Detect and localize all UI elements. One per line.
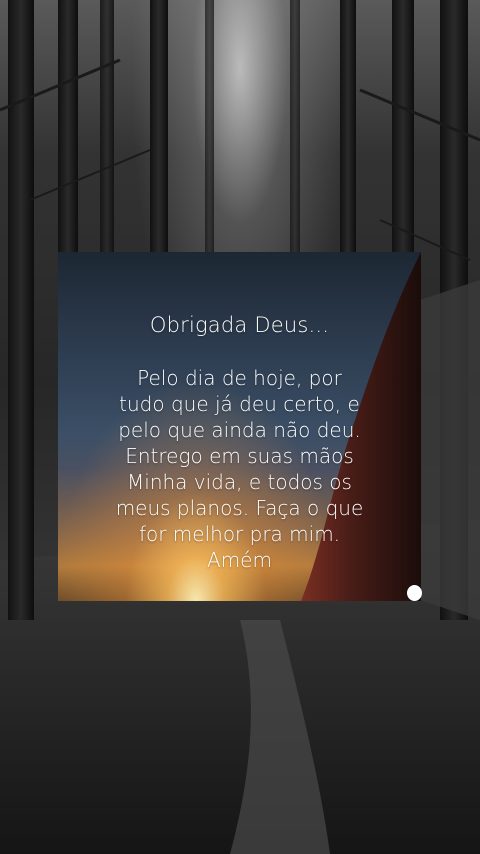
- quote-line: Minha vida, e todos os: [127, 470, 352, 494]
- quote-line: for melhor pra mim.: [138, 522, 341, 546]
- quote-text: Obrigada Deus... Pelo dia de hoje, por t…: [58, 312, 421, 573]
- quote-line: Pelo dia de hoje, por: [137, 366, 342, 390]
- quote-line: pelo que ainda não deu.: [118, 418, 361, 442]
- quote-line: Entrego em suas mãos: [125, 444, 354, 468]
- quote-line: meus planos. Faça o que: [115, 496, 364, 520]
- quote-line: tudo que já deu certo, e: [119, 392, 360, 416]
- white-dot: [407, 585, 422, 601]
- quote-card: Obrigada Deus... Pelo dia de hoje, por t…: [58, 252, 421, 601]
- quote-title: Obrigada Deus...: [149, 313, 330, 337]
- quote-line: Amém: [207, 548, 272, 572]
